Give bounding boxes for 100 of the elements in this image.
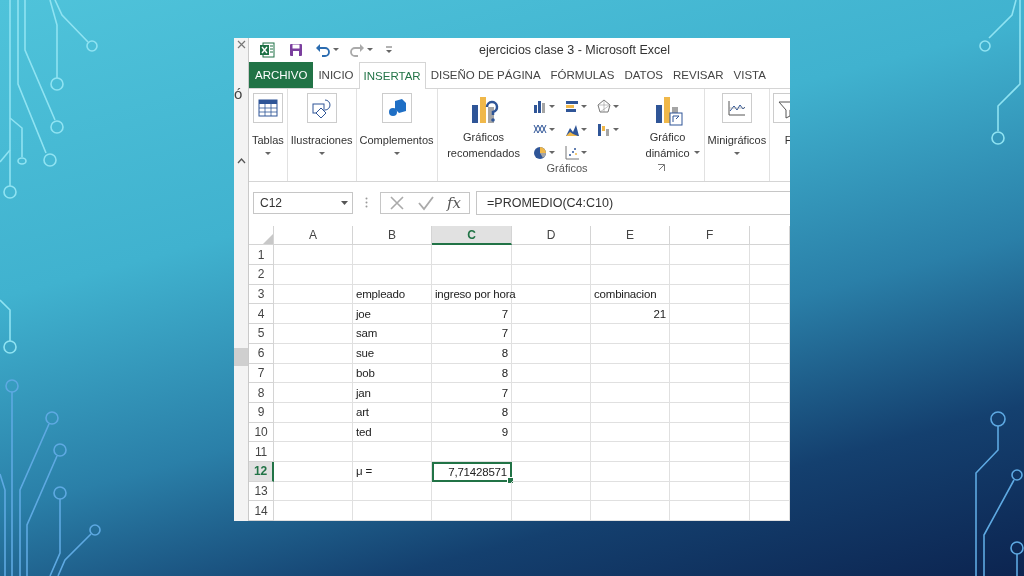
table-cell[interactable] [591, 402, 670, 423]
close-icon[interactable] [236, 40, 246, 49]
ribbon-tab[interactable]: FÓRMULAS [545, 61, 620, 88]
table-cell[interactable] [750, 442, 790, 462]
table-cell[interactable] [670, 442, 750, 462]
table-cell[interactable] [274, 383, 353, 403]
formula-field[interactable]: =PROMEDIO(C4:C10) [476, 190, 790, 215]
table-cell[interactable] [750, 422, 790, 443]
table-cell[interactable]: 21 [591, 304, 670, 325]
table-cell[interactable] [274, 284, 353, 305]
table-cell[interactable] [432, 265, 512, 285]
table-cell[interactable] [432, 481, 512, 502]
table-cell[interactable]: joe [353, 304, 432, 325]
ribbon-tab[interactable]: INICIO [313, 61, 359, 88]
table-cell[interactable] [670, 343, 750, 364]
table-cell[interactable] [274, 265, 353, 285]
table-cell[interactable] [670, 481, 750, 502]
table-cell[interactable]: 7,71428571 [432, 461, 512, 482]
row-header[interactable]: 1 [249, 245, 274, 266]
name-box[interactable]: C12 [253, 191, 353, 214]
table-cell[interactable] [512, 363, 591, 384]
table-cell[interactable] [670, 304, 750, 325]
table-cell[interactable] [591, 265, 670, 285]
table-cell[interactable] [591, 422, 670, 443]
column-header[interactable]: C [432, 225, 512, 246]
table-cell[interactable] [432, 442, 512, 462]
table-cell[interactable]: 8 [432, 363, 512, 384]
column-header[interactable]: B [353, 225, 432, 246]
table-cell[interactable] [591, 324, 670, 344]
column-header[interactable]: D [512, 225, 591, 246]
cancel-icon[interactable] [389, 194, 405, 211]
column-header[interactable]: E [591, 225, 670, 246]
caret-icon[interactable] [548, 127, 555, 131]
table-cell[interactable] [512, 324, 591, 344]
table-cell[interactable] [750, 481, 790, 502]
chevron-icon[interactable] [236, 158, 246, 164]
checkmark-icon[interactable] [417, 194, 435, 211]
table-cell[interactable]: μ = [353, 461, 432, 482]
table-cell[interactable] [353, 501, 432, 521]
table-cell[interactable] [750, 245, 790, 266]
table-cell[interactable] [512, 481, 591, 502]
table-cell[interactable] [274, 461, 353, 482]
table-cell[interactable] [353, 265, 432, 285]
table-cell[interactable] [670, 324, 750, 344]
table-cell[interactable] [512, 461, 591, 482]
table-cell[interactable] [670, 501, 750, 521]
table-cell[interactable] [274, 402, 353, 423]
caret-icon[interactable] [580, 150, 587, 154]
table-cell[interactable] [670, 402, 750, 423]
table-cell[interactable] [274, 422, 353, 443]
table-cell[interactable] [670, 422, 750, 443]
table-cell[interactable] [591, 461, 670, 482]
row-header[interactable]: 5 [249, 324, 274, 344]
table-cell[interactable] [750, 265, 790, 285]
table-cell[interactable]: 7 [432, 304, 512, 325]
caret-icon[interactable] [580, 104, 587, 108]
fill-handle[interactable] [507, 476, 514, 484]
ribbon-tab[interactable]: DATOS [619, 61, 669, 88]
table-cell[interactable]: 8 [432, 402, 512, 423]
table-cell[interactable] [750, 501, 790, 521]
table-cell[interactable] [670, 265, 750, 285]
table-cell[interactable] [274, 324, 353, 344]
column-chart-icon[interactable] [532, 98, 547, 114]
undo-icon[interactable] [315, 42, 331, 57]
customize-icon[interactable] [385, 45, 393, 54]
row-header[interactable]: 2 [249, 265, 274, 285]
table-cell[interactable] [274, 501, 353, 521]
table-cell[interactable] [750, 324, 790, 344]
table-cell[interactable] [670, 383, 750, 403]
table-cell[interactable]: 9 [432, 422, 512, 443]
row-header[interactable]: 4 [249, 304, 274, 325]
caret-icon[interactable] [580, 127, 587, 131]
row-header[interactable]: 11 [249, 442, 274, 462]
ribbon-button[interactable]: Ilustraciones [289, 92, 354, 181]
ribbon-tab[interactable]: INSERTAR [358, 61, 426, 89]
ribbon-tab[interactable]: DISEÑO DE PÁGINA [425, 61, 546, 88]
grip-icon[interactable] [365, 197, 368, 209]
ribbon-button[interactable]: Complementos [358, 92, 435, 181]
table-cell[interactable] [512, 245, 591, 266]
ribbon-tab[interactable]: REVISAR [668, 61, 729, 88]
table-cell[interactable] [274, 363, 353, 384]
pie-chart-icon[interactable] [532, 144, 547, 160]
table-cell[interactable] [591, 245, 670, 266]
save-icon[interactable] [289, 42, 303, 57]
table-cell[interactable] [512, 442, 591, 462]
ribbon-tab[interactable]: ARCHIVO [249, 61, 314, 88]
table-cell[interactable] [274, 343, 353, 364]
waterfall-chart-icon[interactable] [596, 121, 611, 137]
table-cell[interactable]: 7 [432, 383, 512, 403]
caret-icon[interactable] [612, 104, 619, 108]
dialog-launcher-icon[interactable] [657, 164, 665, 172]
spreadsheet-app-icon[interactable] [259, 41, 275, 58]
table-cell[interactable] [591, 383, 670, 403]
table-cell[interactable] [353, 481, 432, 502]
row-header[interactable]: 14 [249, 501, 274, 521]
table-cell[interactable] [512, 383, 591, 403]
table-cell[interactable] [750, 383, 790, 403]
table-cell[interactable] [274, 245, 353, 266]
table-cell[interactable] [750, 343, 790, 364]
scatter-chart-icon[interactable] [564, 144, 579, 160]
